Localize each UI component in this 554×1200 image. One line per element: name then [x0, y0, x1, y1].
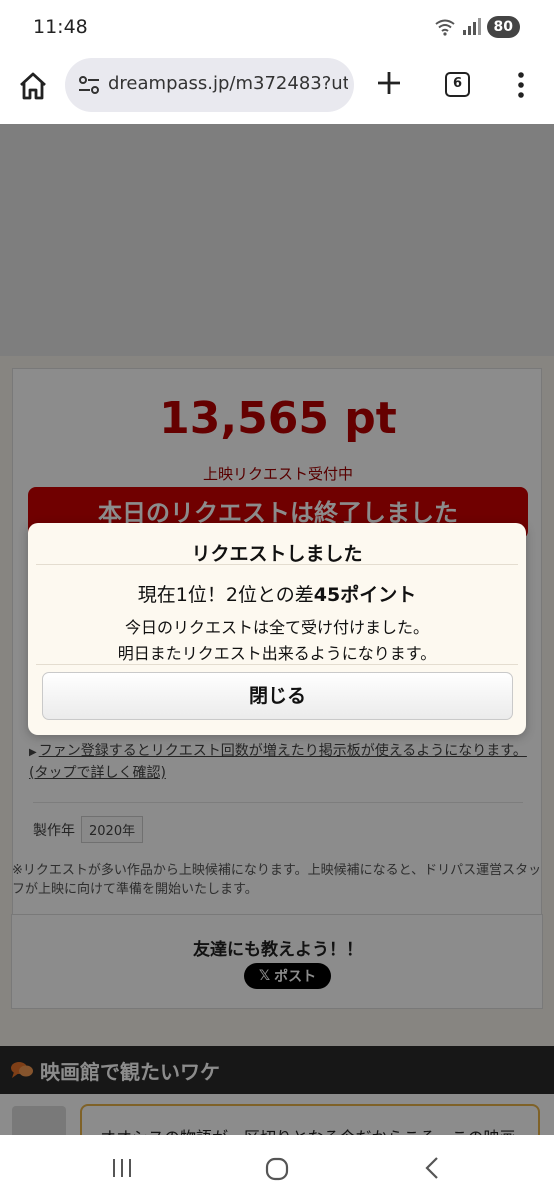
- wifi-icon: [434, 19, 455, 36]
- url-text[interactable]: dreampass.jp/m372483?utm_c: [108, 73, 348, 94]
- more-vert-icon[interactable]: [510, 70, 532, 100]
- dialog-message-line-1: 今日のリクエストは全て受け付けました。: [124, 618, 429, 637]
- dialog-divider: [36, 564, 518, 565]
- status-icons: 80: [434, 16, 520, 38]
- dialog-message: 今日のリクエストは全て受け付けました。 明日またリクエスト出来るようになります。: [28, 615, 526, 667]
- address-bar[interactable]: dreampass.jp/m372483?utm_c: [65, 58, 354, 112]
- dialog-divider: [36, 664, 518, 665]
- rank-prefix: 現在1位！2位との差: [137, 584, 314, 606]
- back-icon[interactable]: [424, 1156, 440, 1180]
- web-page: 13,565 pt 上映リクエスト受付中 本日のリクエストは終了しました ▶ ファ…: [0, 124, 554, 1135]
- dialog-title: リクエストしました: [191, 543, 363, 565]
- request-complete-dialog: リクエストしました 現在1位！2位との差45ポイント 今日のリクエストは全て受け…: [28, 523, 526, 735]
- tune-icon[interactable]: [78, 74, 100, 96]
- tab-switcher-button[interactable]: 6: [445, 72, 470, 97]
- status-bar: 11:48 80: [0, 0, 554, 56]
- new-tab-icon[interactable]: [374, 68, 404, 98]
- home-nav-icon[interactable]: [265, 1157, 289, 1181]
- system-nav-bar: [0, 1135, 554, 1200]
- rank-point-diff: 45ポイント: [313, 584, 417, 606]
- signal-icon: [462, 18, 481, 35]
- dialog-rank-text: 現在1位！2位との差45ポイント: [28, 580, 526, 607]
- close-button[interactable]: 閉じる: [42, 672, 513, 720]
- battery-indicator: 80: [486, 16, 520, 38]
- home-icon[interactable]: [17, 70, 49, 102]
- browser-toolbar: dreampass.jp/m372483?utm_c 6: [0, 56, 554, 124]
- recent-apps-icon[interactable]: [110, 1157, 134, 1179]
- status-time: 11:48: [33, 16, 88, 38]
